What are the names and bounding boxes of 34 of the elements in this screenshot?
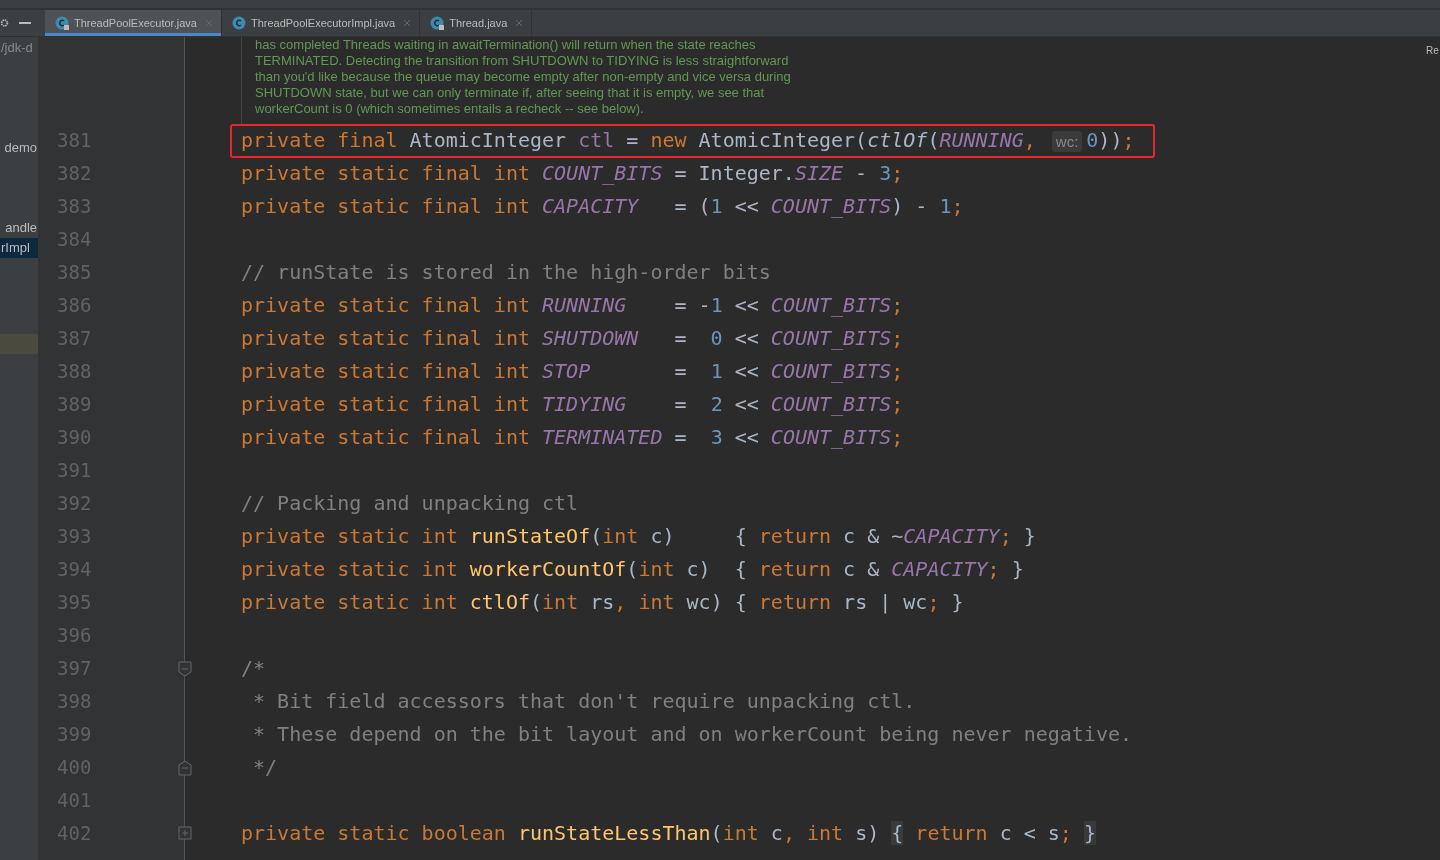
project-tree-item[interactable]: /jdk-d (0, 38, 34, 58)
code-line: // runState is stored in the high-order bits (241, 259, 771, 286)
editor-tab[interactable]: Thread.java (420, 10, 533, 36)
settings-icon[interactable] (0, 18, 9, 28)
collapse-icon[interactable] (178, 760, 192, 776)
collapse-icon[interactable] (178, 661, 192, 677)
close-icon[interactable] (403, 19, 412, 27)
code-line: private static int runStateOf(int c) { return c & ~CAPACITY; } (241, 523, 1036, 550)
code-line: private static final int TERMINATED = 3 << COUNT_BITS; (241, 424, 904, 451)
code-line: private static final int CAPACITY = (1 << COUNT_BITS) - 1; (241, 193, 964, 220)
code-line: private static final int RUNNING = -1 << COUNT_BITS; (241, 292, 904, 319)
caret-row-highlight (0, 334, 38, 354)
code-line: * Bit field accessors that don't require unpacking ctl. (252, 688, 916, 715)
code-line: private static final int COUNT_BITS = Integer.SIZE - 3; (241, 160, 904, 187)
code-line: private static final int TIDYING = 2 << COUNT_BITS; (241, 391, 904, 418)
minimize-icon[interactable] (19, 22, 31, 24)
code-line: private static boolean runStateLessThan(int c, int s) { return c < s; } (241, 820, 1096, 847)
code-line: */ (252, 754, 278, 781)
project-tree-item[interactable]: rImpl (0, 238, 38, 258)
code-line: private static final int SHUTDOWN = 0 << COUNT_BITS; (241, 325, 904, 352)
expand-icon[interactable] (178, 826, 192, 840)
code-line: /* (241, 655, 266, 682)
code-line: * These depend on the bit layout and on workerCount being never negative. (252, 721, 1133, 748)
code-line: private static int workerCountOf(int c) { return c & CAPACITY; } (241, 556, 1024, 583)
close-icon[interactable] (204, 19, 213, 27)
project-tree-item[interactable]: demo (3, 138, 38, 158)
editor-tab[interactable]: ThreadPoolExecutorImpl.java (221, 10, 421, 36)
close-icon[interactable] (515, 19, 524, 27)
project-tree-item[interactable]: andle (4, 218, 38, 238)
code-line: private static final int STOP = 1 << COUNT_BITS; (241, 358, 904, 385)
code-line: private static int ctlOf(int rs, int wc) { return rs | wc; } (241, 589, 964, 616)
code-line: // Packing and unpacking ctl (241, 490, 579, 517)
panel-label[interactable]: Re (1426, 45, 1440, 56)
editor-tab[interactable]: ThreadPoolExecutor.java (45, 10, 222, 36)
